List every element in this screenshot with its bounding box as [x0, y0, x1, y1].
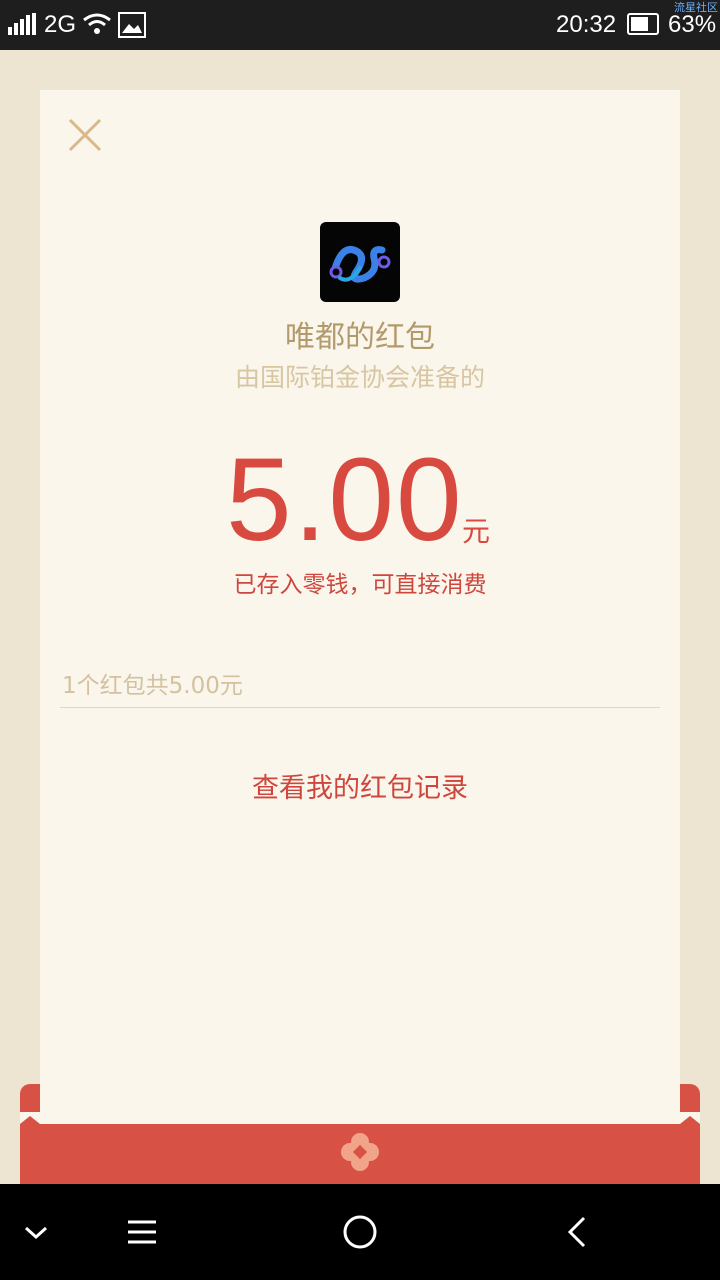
back-icon[interactable]	[558, 1212, 598, 1252]
watermark-text: 流星社区	[674, 1, 718, 14]
navigation-bar	[0, 1184, 720, 1280]
deposit-note: 已存入零钱，可直接消费	[233, 572, 487, 598]
amount-block: 5.00 元	[40, 440, 680, 560]
status-bar: 2G 20:32 63% 流星社区	[0, 0, 720, 50]
status-bar-left: 2G	[8, 8, 147, 42]
amount-unit: 元	[462, 515, 491, 548]
wifi-icon	[83, 13, 111, 34]
view-records-link[interactable]: 查看我的红包记录	[40, 766, 680, 805]
packet-summary: 1个红包共5.00元	[62, 673, 243, 699]
zigzag-edge	[20, 1112, 700, 1124]
menu-icon[interactable]	[122, 1212, 162, 1252]
sender-logo	[320, 222, 400, 302]
red-packet-page: 唯都的红包 由国际铂金协会准备的 5.00 元 已存入零钱，可直接消费 1个红包…	[0, 50, 720, 1184]
divider	[60, 707, 660, 708]
logo-icon	[329, 246, 391, 283]
close-button[interactable]	[66, 116, 104, 154]
clock: 20:32	[556, 11, 617, 38]
image-icon	[118, 12, 147, 38]
home-icon[interactable]	[340, 1212, 380, 1252]
packet-sender: 由国际铂金协会准备的	[234, 363, 485, 392]
network-type: 2G	[44, 11, 77, 38]
packet-title: 唯都的红包	[285, 320, 435, 355]
signal-icon	[8, 13, 36, 35]
flower-icon	[341, 1133, 379, 1171]
amount-value: 5.00	[226, 434, 464, 566]
battery-icon	[627, 13, 659, 35]
chevron-down-icon[interactable]	[16, 1212, 56, 1252]
